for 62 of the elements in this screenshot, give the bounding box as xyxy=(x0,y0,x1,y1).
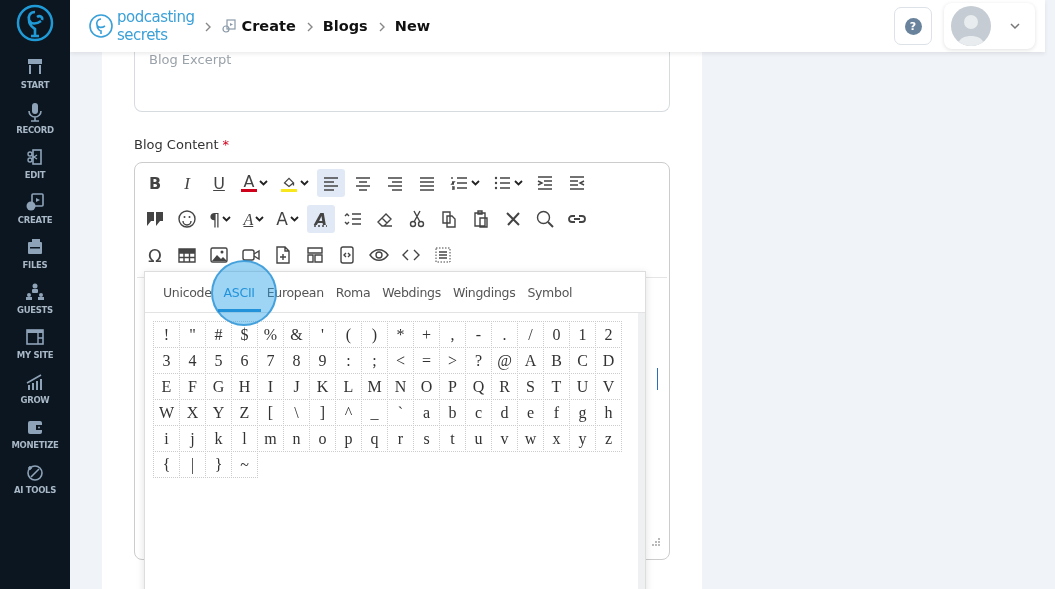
font-family-button[interactable]: A xyxy=(239,205,269,233)
sidebar-item[interactable]: RECORD xyxy=(11,102,59,147)
breadcrumb-link[interactable]: New xyxy=(394,18,431,34)
italic-button[interactable]: I xyxy=(173,169,201,197)
select-all-icon xyxy=(433,245,453,265)
character-key[interactable]: { xyxy=(153,451,180,478)
help-button[interactable]: ? xyxy=(894,7,932,45)
sidebar-item[interactable]: EDIT xyxy=(11,147,59,192)
character-key[interactable]: ! xyxy=(153,321,180,348)
podcast-logo-icon xyxy=(88,13,114,39)
inline-style-button[interactable]: A xyxy=(306,205,335,233)
breadcrumb-link[interactable]: Blogs xyxy=(322,18,368,34)
image-icon xyxy=(209,245,229,265)
sidebar-item[interactable]: MONETIZE xyxy=(11,417,59,462)
start-icon xyxy=(25,57,45,77)
charset-tab[interactable]: Symbol xyxy=(521,272,579,312)
resize-grip-icon xyxy=(651,537,661,547)
table-icon xyxy=(177,245,197,265)
charset-tab[interactable]: Wingdings xyxy=(446,272,522,312)
brand-name: podcasting secrets xyxy=(117,8,195,44)
edit-icon xyxy=(25,147,45,167)
sidebar-item[interactable]: START xyxy=(11,57,59,102)
emoji-icon xyxy=(177,209,197,229)
avatar-icon xyxy=(951,6,991,46)
underline-button[interactable]: U xyxy=(205,169,233,197)
paragraph-format-button[interactable]: ¶ xyxy=(205,205,236,233)
text-color-button[interactable]: A xyxy=(237,169,272,197)
template-icon xyxy=(305,245,325,265)
sidebar-item[interactable]: FILES xyxy=(11,237,59,282)
grow-icon xyxy=(25,372,45,392)
outdent-icon xyxy=(567,173,587,193)
indent-icon xyxy=(535,173,555,193)
excerpt-field[interactable]: Blog Excerpt xyxy=(134,52,670,112)
record-icon xyxy=(25,102,45,122)
file-icon xyxy=(273,245,293,265)
character-key[interactable]: z xyxy=(595,425,622,452)
character-key[interactable]: ~ xyxy=(231,451,258,478)
site-icon xyxy=(25,327,45,347)
guests-icon xyxy=(25,282,45,302)
sidebar-item[interactable]: GUESTS xyxy=(11,282,59,327)
chevron-down-icon xyxy=(1009,22,1021,30)
required-mark: * xyxy=(222,137,230,152)
sidebar-item[interactable]: CREATE xyxy=(11,192,59,237)
charset-tab[interactable]: Roma xyxy=(329,272,377,312)
search-icon xyxy=(534,209,555,229)
align-left-button[interactable] xyxy=(317,169,345,197)
sidebar-item[interactable]: GROW xyxy=(11,372,59,417)
files-icon xyxy=(25,237,45,257)
embed-icon xyxy=(337,245,357,265)
create-icon xyxy=(220,18,237,34)
field-label: Blog Content xyxy=(134,137,219,152)
charset-tab[interactable]: Webdings xyxy=(376,272,447,312)
bold-button[interactable]: B xyxy=(141,169,169,197)
brand-logo-icon xyxy=(15,3,55,43)
sidebar-item[interactable]: AI TOOLS xyxy=(11,462,59,507)
sidebar-item[interactable]: MY SITE xyxy=(11,327,59,372)
create-icon xyxy=(25,192,45,212)
breadcrumb-link[interactable]: Create xyxy=(220,18,296,34)
font-size-button[interactable]: A xyxy=(272,205,303,233)
character-key[interactable]: 2 xyxy=(595,321,622,348)
special-character-button[interactable]: Ω xyxy=(141,241,169,269)
text-cursor xyxy=(657,368,658,390)
